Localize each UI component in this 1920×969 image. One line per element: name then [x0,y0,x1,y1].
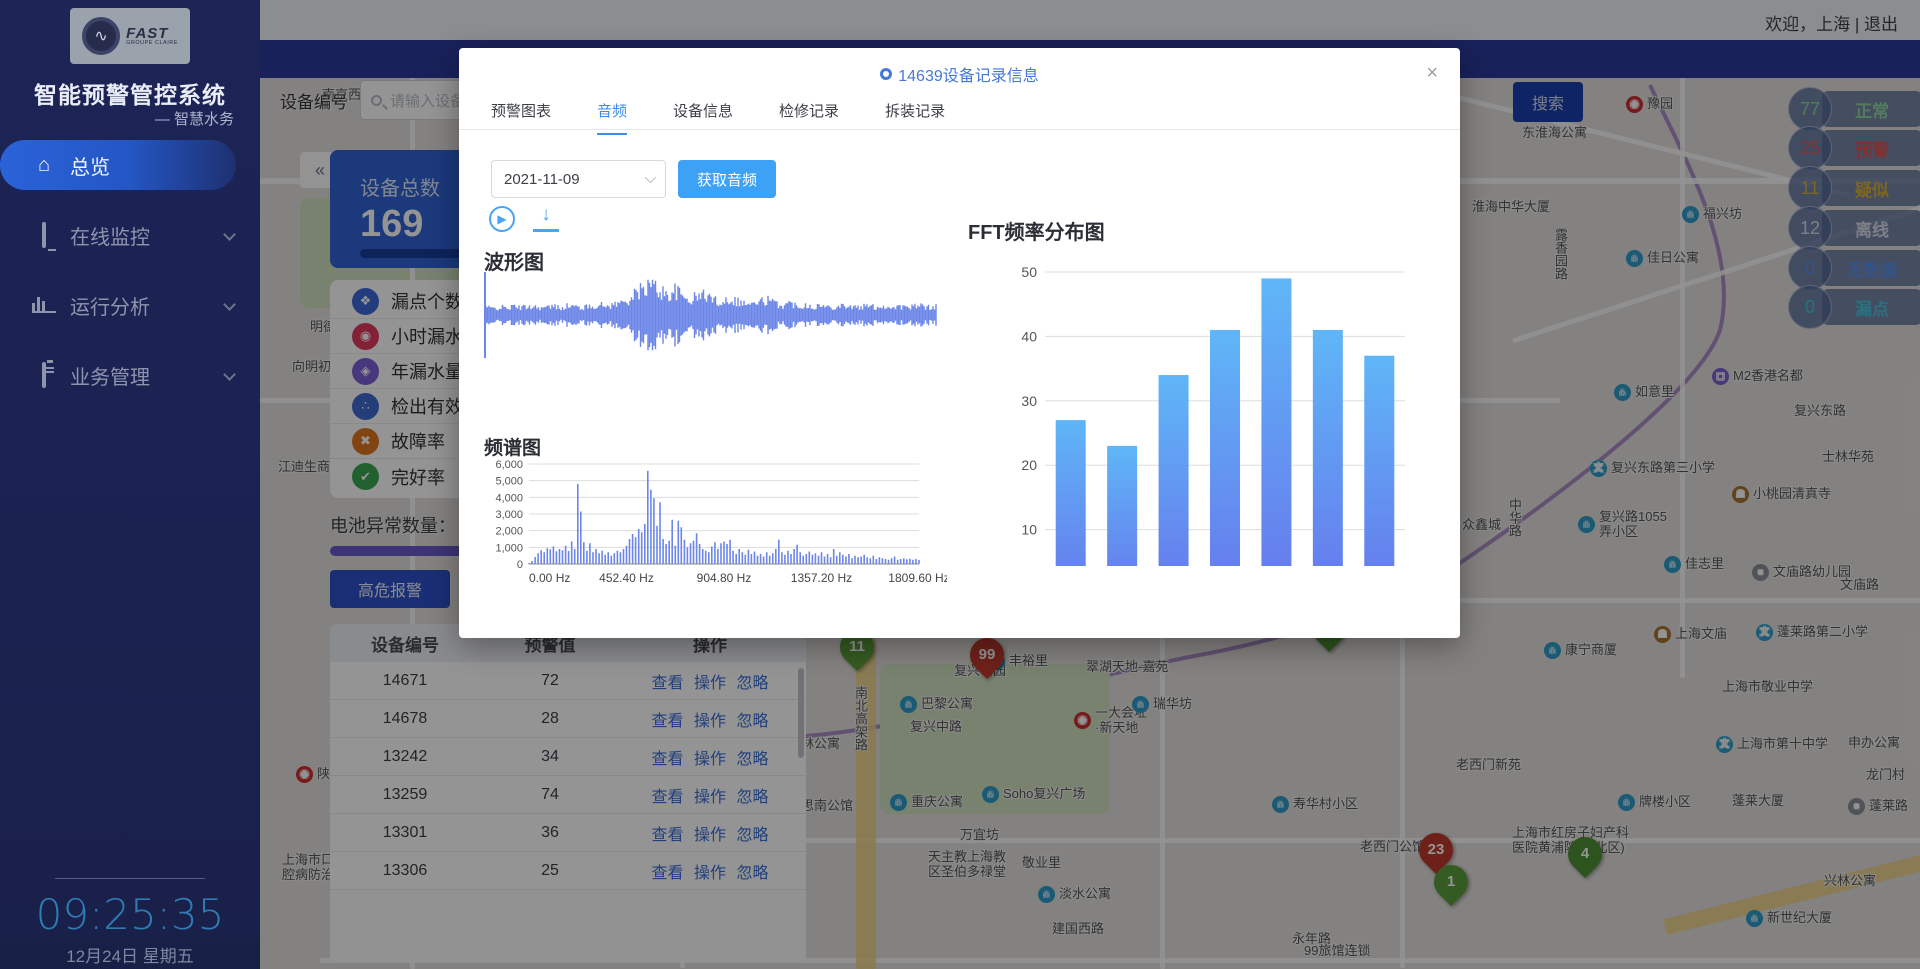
chevron-down-icon [223,368,236,381]
bar-chart-icon [32,297,56,313]
divider [55,878,205,879]
svg-text:5,000: 5,000 [495,476,523,488]
svg-text:20: 20 [1021,457,1037,473]
svg-text:1,000: 1,000 [495,542,523,554]
svg-text:6,000: 6,000 [495,459,523,471]
date-select-value: 2021-11-09 [504,171,580,188]
sidebar-item-business[interactable]: 业务管理 [0,350,260,400]
chevron-down-icon [223,298,236,311]
svg-text:10: 10 [1021,522,1037,538]
svg-text:904.80 Hz: 904.80 Hz [697,571,752,585]
sidebar-item-online-monitor[interactable]: 在线监控 [0,210,260,260]
sidebar-item-label: 运行分析 [70,291,150,320]
sidebar-item-label: 在线监控 [70,221,150,250]
device-record-modal: 14639设备记录信息 × 预警图表音频设备信息检修记录拆装记录 2021-11… [459,48,1460,638]
sidebar-item-label: 总览 [70,151,110,180]
divider [459,129,1460,130]
svg-text:0: 0 [517,559,523,571]
fft-bar-chart: 01020304050336613226451210242048 [999,216,1419,566]
spectrum-chart: 0 1,000 2,000 3,000 4,000 5,000 6,000 0.00 Hz 45… [477,458,947,588]
svg-text:50: 50 [1021,264,1037,280]
svg-text:40: 40 [1021,328,1037,344]
sidebar-menu: ⌂ 总览 在线监控 运行分析 业务管理 [0,140,260,420]
monitor-icon [32,224,56,247]
waveform-chart [484,270,944,360]
svg-text:30: 30 [1021,393,1037,409]
spectrum-title: 频谱图 [484,433,541,460]
logo-waveform-icon: ∿ [82,17,120,55]
company-logo: ∿ FAST GROUPE CLAIRE [70,8,190,64]
logo-main-text: FAST [126,26,178,41]
fetch-audio-button[interactable]: 获取音频 [678,160,776,198]
sidebar-item-analysis[interactable]: 运行分析 [0,280,260,330]
svg-text:1357.20 Hz: 1357.20 Hz [791,571,852,585]
svg-text:1809.60 Hz: 1809.60 Hz [888,571,947,585]
chevron-down-icon [645,172,656,183]
svg-text:0.00 Hz: 0.00 Hz [529,571,570,585]
record-circle-icon [880,68,892,80]
download-icon[interactable]: ↓ [533,204,559,232]
play-icon[interactable]: ▶ [489,206,515,232]
clock-time: 09:25:35 [0,890,260,939]
logo-sub-text: GROUPE CLAIRE [126,41,178,47]
chevron-down-icon [223,228,236,241]
app-subtitle: — 智慧水务 [155,108,234,129]
svg-text:4,000: 4,000 [495,492,523,504]
date-select[interactable]: 2021-11-09 [491,160,666,198]
app-title: 智能预警管控系统 [0,76,260,110]
clock-date: 12月24日 星期五 [0,942,260,967]
svg-text:452.40 Hz: 452.40 Hz [599,571,654,585]
modal-title: 14639设备记录信息 [459,62,1460,86]
sidebar: ∿ FAST GROUPE CLAIRE 智能预警管控系统 — 智慧水务 ⌂ 总… [0,0,260,969]
svg-text:3,000: 3,000 [495,509,523,521]
svg-text:2,000: 2,000 [495,526,523,538]
sidebar-item-overview[interactable]: ⌂ 总览 [0,140,236,190]
close-icon[interactable]: × [1426,62,1438,85]
clipboard-icon [32,364,56,387]
sidebar-item-label: 业务管理 [70,361,150,390]
home-icon: ⌂ [32,154,56,177]
